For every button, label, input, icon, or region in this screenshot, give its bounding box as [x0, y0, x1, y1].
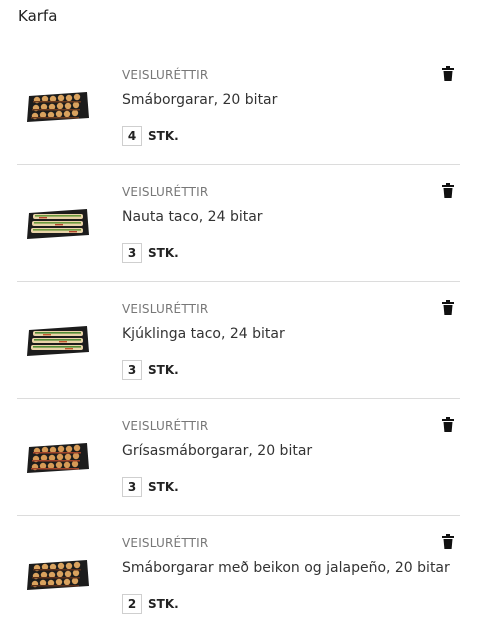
item-category: VEISLURÉTTIR [122, 185, 209, 199]
quantity-row: 3 STK. [122, 477, 179, 497]
cart-list: VEISLURÉTTIR Smáborgarar, 20 bitar 4 STK… [17, 48, 460, 632]
cart-item: VEISLURÉTTIR Kjúklinga taco, 24 bitar 3 … [17, 282, 460, 399]
taco-tray-image [27, 209, 89, 239]
quantity-row: 3 STK. [122, 360, 179, 380]
quantity-row: 3 STK. [122, 243, 179, 263]
quantity-unit: STK. [148, 480, 179, 494]
item-category: VEISLURÉTTIR [122, 536, 209, 550]
trash-icon[interactable] [442, 417, 454, 432]
trash-icon[interactable] [442, 300, 454, 315]
item-name[interactable]: Smáborgarar með beikon og jalapeño, 20 b… [122, 560, 450, 576]
quantity-row: 4 STK. [122, 126, 179, 146]
item-name[interactable]: Nauta taco, 24 bitar [122, 209, 263, 225]
item-category: VEISLURÉTTIR [122, 419, 209, 433]
trash-icon[interactable] [442, 534, 454, 549]
item-name[interactable]: Grísasmáborgarar, 20 bitar [122, 443, 312, 459]
item-category: VEISLURÉTTIR [122, 302, 209, 316]
quantity-unit: STK. [148, 246, 179, 260]
quantity-unit: STK. [148, 597, 179, 611]
quantity-field[interactable]: 4 [122, 126, 142, 146]
item-category: VEISLURÉTTIR [122, 68, 209, 82]
cart-item: VEISLURÉTTIR Grísasmáborgarar, 20 bitar … [17, 399, 460, 516]
quantity-unit: STK. [148, 363, 179, 377]
cart-item: VEISLURÉTTIR Smáborgarar, 20 bitar 4 STK… [17, 48, 460, 165]
trash-icon[interactable] [442, 66, 454, 81]
page-title: Karfa [18, 7, 58, 25]
cart-item: VEISLURÉTTIR Nauta taco, 24 bitar 3 STK. [17, 165, 460, 282]
cart-item: VEISLURÉTTIR Smáborgarar með beikon og j… [17, 516, 460, 632]
trash-icon[interactable] [442, 183, 454, 198]
quantity-field[interactable]: 3 [122, 243, 142, 263]
quantity-field[interactable]: 3 [122, 477, 142, 497]
sliders-tray-image [27, 443, 89, 473]
sliders-tray-image [27, 92, 89, 122]
quantity-field[interactable]: 3 [122, 360, 142, 380]
sliders-tray-image [27, 560, 89, 590]
quantity-unit: STK. [148, 129, 179, 143]
item-name[interactable]: Kjúklinga taco, 24 bitar [122, 326, 285, 342]
quantity-field[interactable]: 2 [122, 594, 142, 614]
item-name[interactable]: Smáborgarar, 20 bitar [122, 92, 277, 108]
quantity-row: 2 STK. [122, 594, 179, 614]
taco-tray-image [27, 326, 89, 356]
